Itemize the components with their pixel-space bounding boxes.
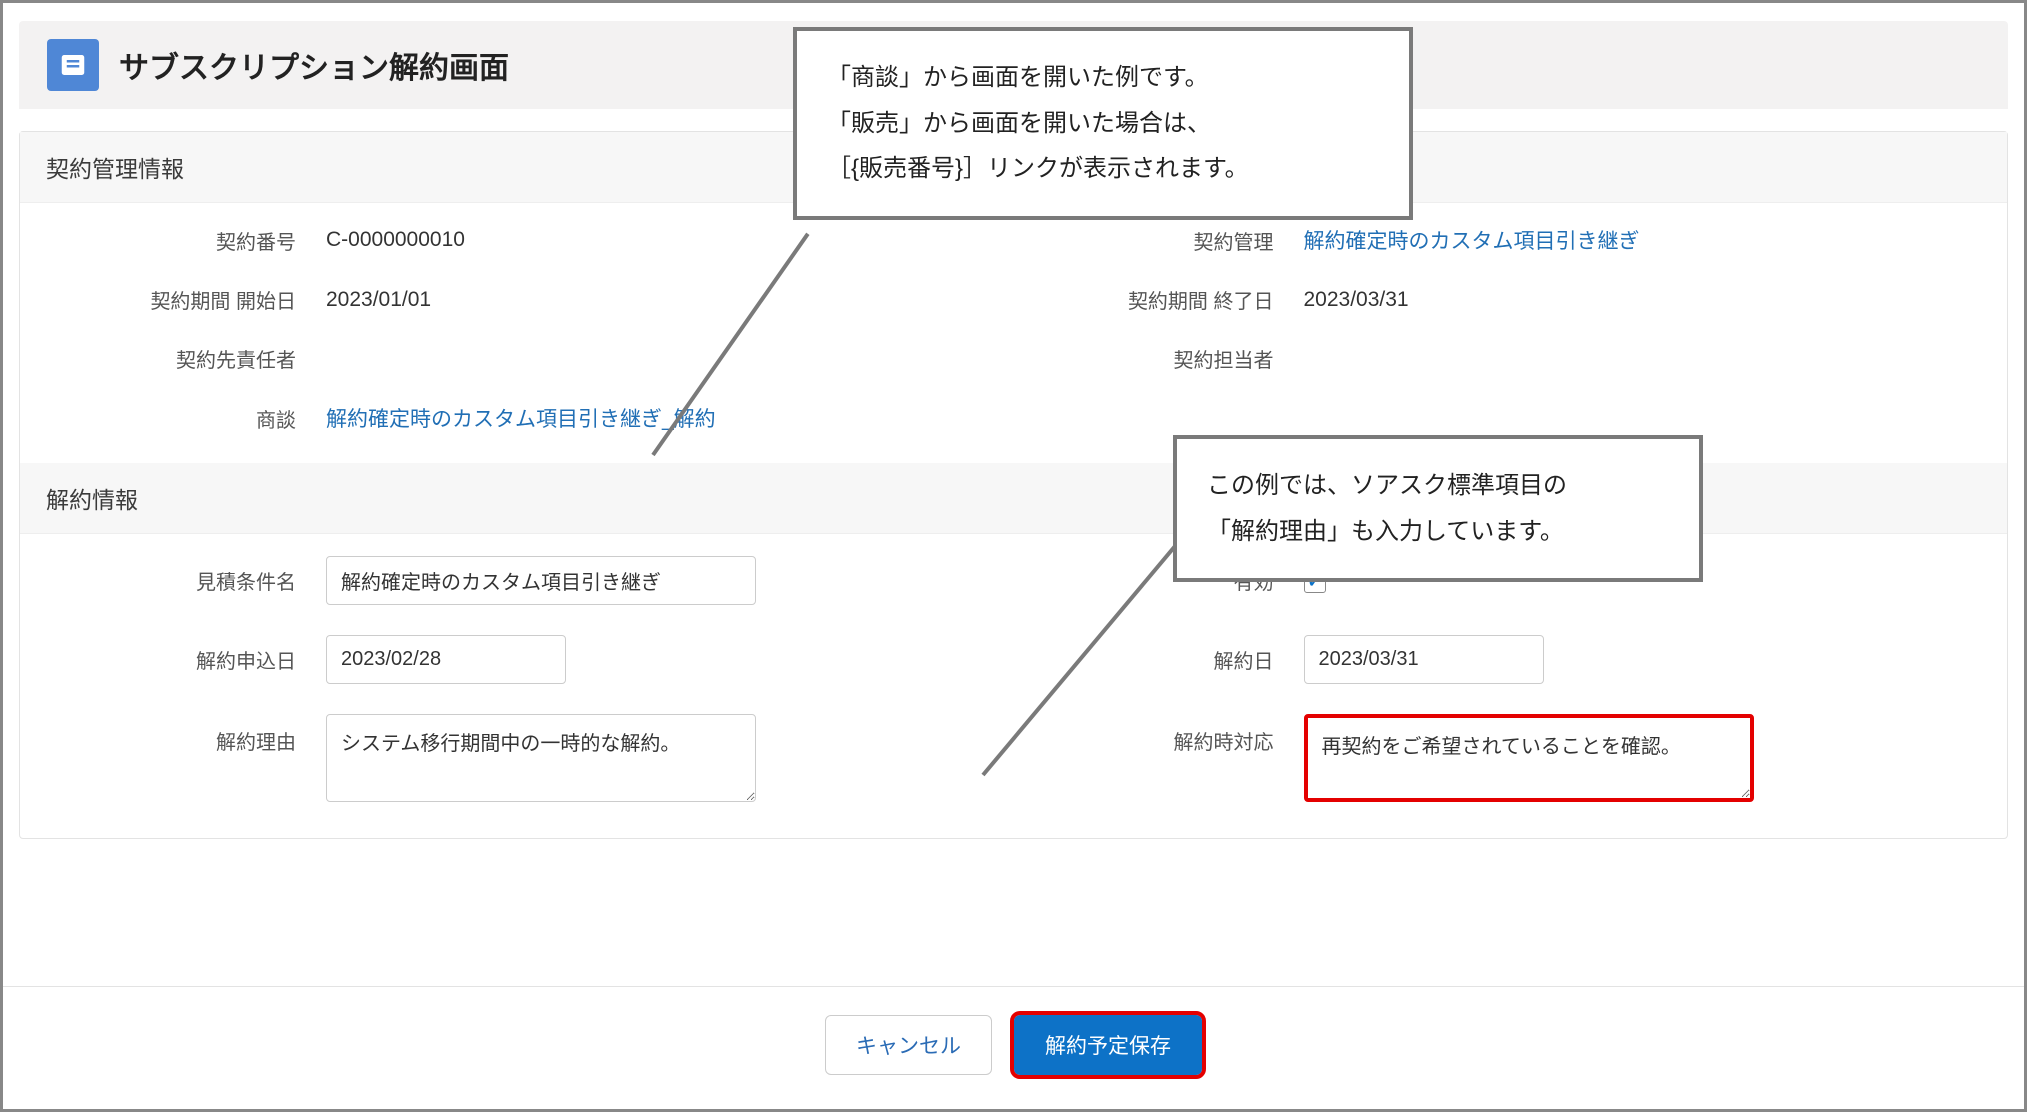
section-body-contract-info: 契約番号 C-0000000010 契約管理 解約確定時のカスタム項目引き継ぎ … [20, 203, 2007, 463]
label-cancel-action: 解約時対応 [1024, 714, 1284, 755]
label-apply-date: 解約申込日 [46, 645, 306, 674]
value-opportunity: 解約確定時のカスタム項目引き継ぎ_解約 [326, 403, 1981, 433]
input-cancel-action[interactable] [1304, 714, 1754, 802]
main-panel: 契約管理情報 契約番号 C-0000000010 契約管理 解約確定時のカスタム… [19, 131, 2008, 839]
label-cancel-date: 解約日 [1024, 645, 1284, 674]
app-frame: サブスクリプション解約画面 契約管理情報 契約番号 C-0000000010 契… [0, 0, 2027, 1112]
callout-opportunity-note: 「商談」から画面を開いた例です。 「販売」から画面を開いた場合は、 ［{販売番号… [793, 27, 1413, 220]
input-cancel-date[interactable] [1304, 635, 1544, 684]
callout-2-line-1: この例では、ソアスク標準項目の [1207, 463, 1669, 509]
link-contract-mgmt[interactable]: 解約確定時のカスタム項目引き継ぎ [1304, 230, 1640, 253]
value-period-end: 2023/03/31 [1304, 288, 1982, 312]
page-title: サブスクリプション解約画面 [119, 43, 509, 87]
callout-1-line-2: 「販売」から画面を開いた場合は、 [827, 101, 1379, 147]
section-heading-cancel-info: 解約情報 [20, 463, 2007, 534]
save-button[interactable]: 解約予定保存 [1014, 1015, 1202, 1075]
link-opportunity[interactable]: 解約確定時のカスタム項目引き継ぎ_解約 [326, 408, 716, 431]
value-period-start: 2023/01/01 [326, 288, 1004, 312]
callout-1-line-3: ［{販売番号}］リンクが表示されます。 [827, 146, 1379, 192]
cancel-button[interactable]: キャンセル [825, 1015, 992, 1075]
callout-2-line-2: 「解約理由」も入力しています。 [1207, 509, 1669, 555]
label-contract-staff: 契約担当者 [1024, 344, 1284, 373]
callout-1-line-1: 「商談」から画面を開いた例です。 [827, 55, 1379, 101]
label-opportunity: 商談 [46, 404, 306, 433]
input-cancel-reason[interactable] [326, 714, 756, 802]
label-contract-mgmt: 契約管理 [1024, 226, 1284, 255]
label-period-start: 契約期間 開始日 [46, 285, 306, 314]
footer: キャンセル 解約予定保存 [3, 986, 2024, 1109]
callout-cancel-reason-note: この例では、ソアスク標準項目の 「解約理由」も入力しています。 [1173, 435, 1703, 582]
subscription-cancel-icon [47, 39, 99, 91]
input-apply-date[interactable] [326, 635, 566, 684]
value-contract-mgmt: 解約確定時のカスタム項目引き継ぎ [1304, 225, 1982, 255]
label-contract-owner: 契約先責任者 [46, 344, 306, 373]
label-contract-no: 契約番号 [46, 226, 306, 255]
input-quote-name[interactable] [326, 556, 756, 605]
section-body-cancel-info: 見積条件名 有効 ✓ 解約申込日 解約日 解約理由 [20, 534, 2007, 838]
value-contract-no: C-0000000010 [326, 228, 1004, 252]
label-quote-name: 見積条件名 [46, 566, 306, 595]
label-cancel-reason: 解約理由 [46, 714, 306, 755]
label-period-end: 契約期間 終了日 [1024, 285, 1284, 314]
